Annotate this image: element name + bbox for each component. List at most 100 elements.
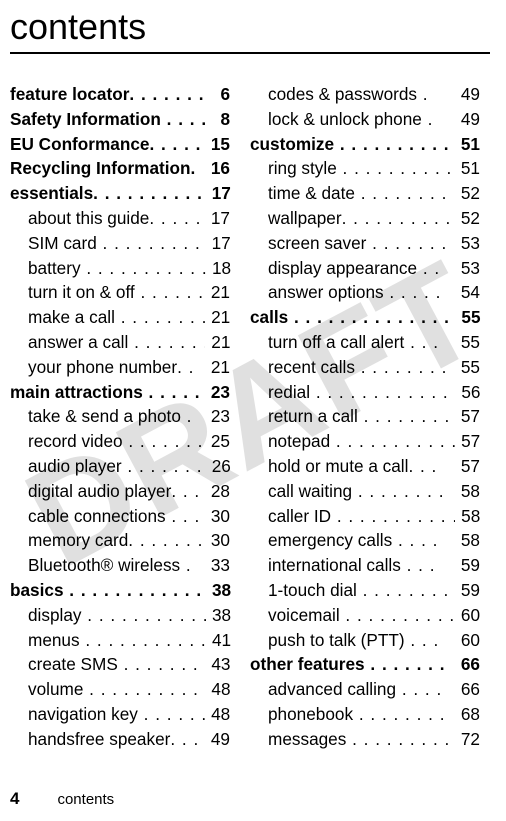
toc-label-wrap: messages . . . . . . . . . [268, 727, 450, 752]
toc-label: menus [28, 630, 80, 650]
toc-dots: . . . . . . . . . . [342, 208, 452, 228]
toc-row[interactable]: notepad . . . . . . . . . . .57 [250, 429, 480, 454]
toc-row[interactable]: SIM card . . . . . . . . . .17 [10, 231, 230, 256]
toc-row[interactable]: menus . . . . . . . . . . . .41 [10, 628, 230, 653]
toc-row[interactable]: answer options . . . . .54 [250, 280, 480, 305]
toc-page: 55 [455, 330, 480, 355]
toc-row[interactable]: display . . . . . . . . . . . .38 [10, 603, 230, 628]
toc-label-wrap: turn off a call alert . . . [268, 330, 439, 355]
toc-row[interactable]: make a call . . . . . . . .21 [10, 305, 230, 330]
toc-label-wrap: display . . . . . . . . . . . . [28, 603, 206, 628]
toc-row[interactable]: 1-touch dial . . . . . . . .59 [250, 578, 480, 603]
toc-page: 60 [455, 603, 480, 628]
toc-row[interactable]: other features . . . . . . .66 [250, 652, 480, 677]
toc-page: 23 [205, 404, 230, 429]
toc-row[interactable]: Safety Information . . . .8 [10, 107, 230, 132]
toc-row[interactable]: wallpaper. . . . . . . . . .52 [250, 206, 480, 231]
toc-row[interactable]: answer a call . . . . . . .21 [10, 330, 230, 355]
toc-row[interactable]: create SMS . . . . . . . .43 [10, 652, 230, 677]
toc-dots: . . . . . . . . . . . [330, 431, 455, 451]
toc-dots: . . . . . . . . . . . . [82, 605, 206, 625]
toc-row[interactable]: screen saver . . . . . . .53 [250, 231, 480, 256]
toc-row[interactable]: time & date . . . . . . . .52 [250, 181, 480, 206]
toc-row[interactable]: take & send a photo .23 [10, 404, 230, 429]
toc-label: lock & unlock phone [268, 109, 422, 129]
toc-row[interactable]: about this guide. . . . .17 [10, 206, 230, 231]
toc-label-wrap: Bluetooth® wireless . [28, 553, 192, 578]
toc-page: 30 [205, 504, 230, 529]
toc-row[interactable]: redial . . . . . . . . . . . . .56 [250, 380, 480, 405]
toc-row[interactable]: essentials. . . . . . . . . . .17 [10, 181, 230, 206]
toc-row[interactable]: Recycling Information.16 [10, 156, 230, 181]
toc-row[interactable]: navigation key . . . . . .48 [10, 702, 230, 727]
toc-page: 15 [205, 132, 230, 157]
toc-row[interactable]: hold or mute a call. . .57 [250, 454, 480, 479]
toc-row[interactable]: push to talk (PTT) . . .60 [250, 628, 480, 653]
toc-label: other features [250, 654, 365, 674]
toc-label: cable connections [28, 506, 166, 526]
toc-row[interactable]: voicemail . . . . . . . . . .60 [250, 603, 480, 628]
toc-row[interactable]: feature locator. . . . . . . .6 [10, 82, 230, 107]
toc-label: SIM card [28, 233, 97, 253]
toc-row[interactable]: turn off a call alert . . . 55 [250, 330, 480, 355]
toc-row[interactable]: your phone number. .21 [10, 355, 230, 380]
toc-dots: . . . . . . . . [358, 406, 450, 426]
toc-row[interactable]: turn it on & off . . . . . .21 [10, 280, 230, 305]
toc-label-wrap: codes & passwords . [268, 82, 429, 107]
toc-row[interactable]: international calls . . .59 [250, 553, 480, 578]
toc-dots: . . . . . . . . . . [340, 605, 455, 625]
toc-dots: . . . . . . . [123, 431, 204, 451]
toc-label: Recycling Information [10, 158, 191, 178]
toc-row[interactable]: memory card. . . . . . .30 [10, 528, 230, 553]
toc-row[interactable]: EU Conformance. . . . .15 [10, 132, 230, 157]
toc-row[interactable]: cable connections . . .30 [10, 504, 230, 529]
toc-row[interactable]: lock & unlock phone .49 [250, 107, 480, 132]
toc-row[interactable]: battery . . . . . . . . . . . .18 [10, 256, 230, 281]
toc-row[interactable]: handsfree speaker. . .49 [10, 727, 230, 752]
toc-row[interactable]: advanced calling . . . .66 [250, 677, 480, 702]
toc-row[interactable]: digital audio player. . .28 [10, 479, 230, 504]
toc-row[interactable]: ring style . . . . . . . . . .51 [250, 156, 480, 181]
toc-row[interactable]: main attractions . . . . .23 [10, 380, 230, 405]
toc-label-wrap: cable connections . . . [28, 504, 200, 529]
toc-page: 68 [455, 702, 480, 727]
toc-row[interactable]: emergency calls . . . .58 [250, 528, 480, 553]
toc-label: digital audio player [28, 481, 171, 501]
toc-dots: . . . . . [149, 134, 201, 154]
toc-row[interactable]: calls . . . . . . . . . . . . . . .55 [250, 305, 480, 330]
toc-label-wrap: calls . . . . . . . . . . . . . . . [250, 305, 455, 330]
toc-page: 21 [205, 355, 230, 380]
toc-row[interactable]: call waiting . . . . . . . .58 [250, 479, 480, 504]
toc-row[interactable]: caller ID . . . . . . . . . . .58 [250, 504, 480, 529]
toc-dots: . . . [404, 332, 439, 352]
toc-row[interactable]: return a call . . . . . . . .57 [250, 404, 480, 429]
toc-row[interactable]: record video . . . . . . .25 [10, 429, 230, 454]
toc-label-wrap: display appearance . . [268, 256, 440, 281]
toc-page: 55 [455, 355, 480, 380]
toc-label-wrap: essentials. . . . . . . . . . . [10, 181, 206, 206]
toc-row[interactable]: basics . . . . . . . . . . . . . .38 [10, 578, 230, 603]
toc-label: create SMS [28, 654, 118, 674]
toc-page: 56 [455, 380, 480, 405]
toc-label: answer options [268, 282, 384, 302]
toc-dots: . . . [401, 555, 436, 575]
toc-row[interactable]: customize . . . . . . . . . .51 [250, 132, 480, 157]
toc-label-wrap: redial . . . . . . . . . . . . . [268, 380, 455, 405]
toc-label-wrap: call waiting . . . . . . . . [268, 479, 444, 504]
toc-page: 18 [206, 256, 230, 281]
toc-page: 16 [205, 156, 230, 181]
toc-dots: . . . [171, 481, 200, 501]
toc-row[interactable]: display appearance . .53 [250, 256, 480, 281]
toc-label-wrap: voicemail . . . . . . . . . . [268, 603, 455, 628]
toc-row[interactable]: volume . . . . . . . . . . .48 [10, 677, 230, 702]
toc-dots: . . . [408, 456, 437, 476]
toc-row[interactable]: audio player . . . . . . . .26 [10, 454, 230, 479]
toc-row[interactable]: codes & passwords .49 [250, 82, 480, 107]
toc-dots: . . . . . . . . . . [337, 158, 453, 178]
toc-page: 8 [206, 107, 230, 132]
toc-row[interactable]: phonebook . . . . . . . .68 [250, 702, 480, 727]
toc-dots: . . . . . . . . . . . . [81, 258, 206, 278]
toc-row[interactable]: messages . . . . . . . . .72 [250, 727, 480, 752]
toc-row[interactable]: Bluetooth® wireless .33 [10, 553, 230, 578]
toc-row[interactable]: recent calls . . . . . . . .55 [250, 355, 480, 380]
